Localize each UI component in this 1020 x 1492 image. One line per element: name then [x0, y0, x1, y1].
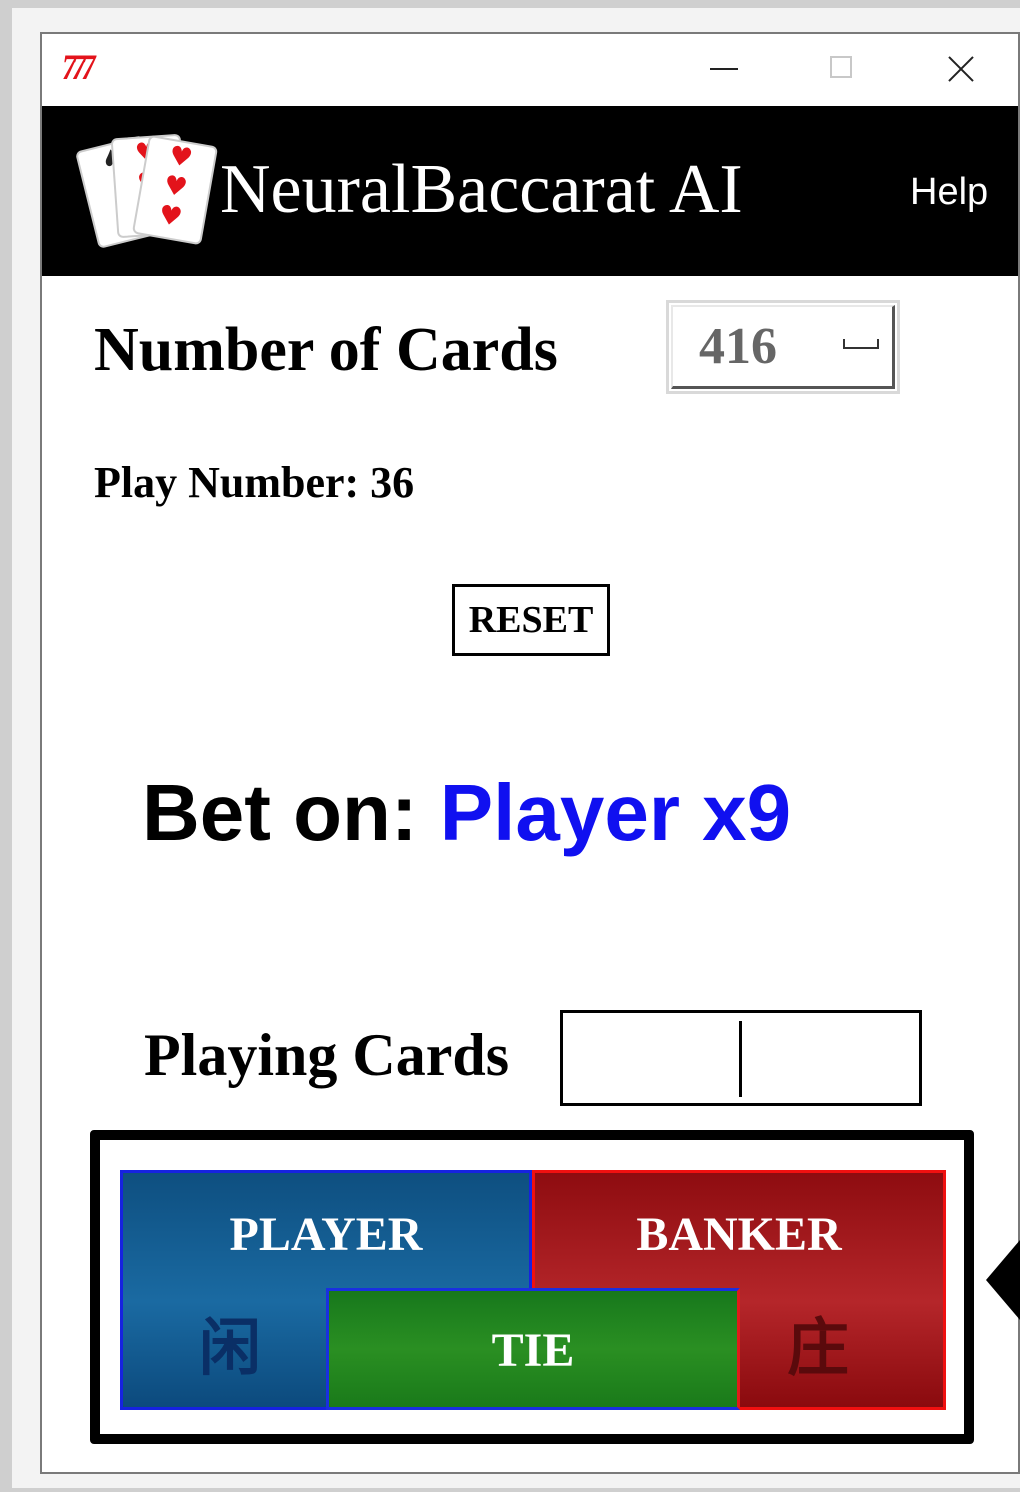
- playing-cards-logo-icon: ♠ ♥♥ ♥♥♥: [74, 132, 219, 249]
- dropdown-icon[interactable]: [843, 339, 879, 349]
- tie-label: TIE: [491, 1324, 575, 1377]
- help-link[interactable]: Help: [910, 170, 988, 214]
- player-label: PLAYER: [229, 1208, 423, 1261]
- number-of-cards-value: 416: [699, 318, 777, 375]
- minimize-icon[interactable]: [692, 48, 752, 92]
- app-777-icon: 777: [62, 47, 96, 87]
- pointer-arrow-icon: [986, 1240, 1020, 1320]
- banker-chinese-label: 庄: [787, 1311, 850, 1384]
- main-content: Number of Cards 416 Play Number: 36 RESE…: [46, 276, 1018, 1472]
- tie-bet-zone[interactable]: TIE: [326, 1288, 740, 1410]
- betting-board: PLAYER 闲 BANKER 庄 TIE: [90, 1130, 974, 1444]
- text-caret: [739, 1021, 742, 1097]
- reset-button[interactable]: RESET: [452, 584, 610, 656]
- app-header: ♠ ♥♥ ♥♥♥ NeuralBaccarat AI Help: [42, 106, 1018, 276]
- title-bar: 777: [42, 34, 1018, 106]
- playing-cards-input[interactable]: [560, 1010, 922, 1106]
- maximize-icon[interactable]: [812, 48, 872, 92]
- app-title: NeuralBaccarat AI: [220, 151, 743, 228]
- number-of-cards-label: Number of Cards: [94, 316, 558, 384]
- bet-on-label: Bet on:: [142, 768, 418, 857]
- number-of-cards-spinner[interactable]: 416: [666, 300, 900, 394]
- player-chinese-label: 闲: [199, 1311, 262, 1384]
- banker-label: BANKER: [636, 1208, 842, 1261]
- bet-on-value: Player x9: [439, 768, 792, 857]
- main-frame: 777 ♠ ♥♥ ♥♥♥ NeuralBaccarat AI Help Numb…: [40, 32, 1020, 1474]
- playing-cards-label: Playing Cards: [144, 1022, 510, 1088]
- bet-prediction: Bet on: Player x9: [142, 768, 791, 858]
- close-icon[interactable]: [930, 48, 990, 92]
- play-number: Play Number: 36: [94, 458, 415, 507]
